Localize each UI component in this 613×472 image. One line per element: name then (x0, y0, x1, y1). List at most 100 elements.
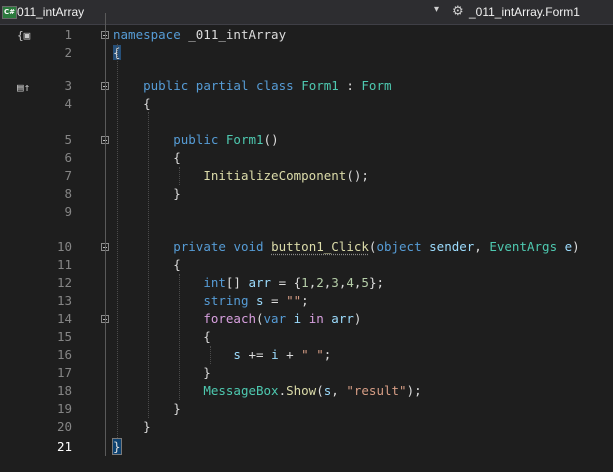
code-token: class (256, 78, 294, 93)
indent-guide (210, 346, 211, 364)
line-number: 13 (56, 293, 72, 308)
code-token: 4 (346, 275, 354, 290)
indent-guide (117, 44, 118, 438)
code-token: (); (346, 168, 369, 183)
chevron-down-icon[interactable]: ▾ (434, 4, 439, 15)
line-number: 19 (56, 401, 72, 416)
code-token: ; (323, 347, 332, 362)
code-token: , (331, 383, 347, 398)
code-line[interactable]: MessageBox.Show(s, "result"); (113, 382, 421, 400)
code-line[interactable]: private void button1_Click(object sender… (113, 238, 579, 256)
code-line[interactable]: { (113, 256, 181, 274)
code-token: private (173, 239, 226, 254)
code-token: void (233, 239, 264, 254)
code-line[interactable]: } (113, 418, 151, 436)
code-token: Form1 (225, 132, 264, 147)
line-number: 6 (64, 150, 72, 165)
code-token: InitializeComponent (203, 168, 347, 183)
code-line[interactable]: public Form1() (113, 131, 278, 149)
line-number: 2 (64, 45, 72, 60)
code-line[interactable]: namespace _011_intArray (113, 26, 286, 44)
code-token: . (278, 383, 287, 398)
code-line[interactable]: { (113, 149, 181, 167)
code-line[interactable]: public partial class Form1 : Form (113, 77, 392, 95)
code-token: MessageBox (203, 383, 279, 398)
code-line[interactable]: string s = ""; (113, 292, 309, 310)
code-line[interactable]: } (113, 185, 181, 203)
code-token: = { (271, 275, 302, 290)
code-token: s (256, 293, 264, 308)
code-token: Form (361, 78, 392, 93)
fold-guide-line (105, 130, 106, 202)
fold-guide-line (105, 309, 106, 382)
line-number: 12 (56, 275, 72, 290)
csharp-project-icon: C# (2, 6, 17, 19)
class-member-icon: ⚙ (452, 3, 464, 18)
code-line[interactable]: int[] arr = {1,2,3,4,5}; (113, 274, 384, 292)
code-token: button1_Click (271, 239, 369, 254)
line-number: 8 (64, 186, 72, 201)
code-token: EventArgs (489, 239, 558, 254)
type-dropdown[interactable]: _011_intArray.Form1 (469, 5, 580, 19)
code-token: = (263, 293, 287, 308)
code-token: sender (429, 239, 475, 254)
code-line[interactable]: InitializeComponent(); (113, 167, 369, 185)
project-dropdown[interactable]: 011_intArray (17, 5, 84, 19)
code-token: arr (248, 275, 272, 290)
code-line[interactable]: } (113, 400, 181, 418)
code-token: arr (331, 311, 354, 326)
references-codelens-icon[interactable]: {▣ (17, 29, 30, 42)
line-number: 15 (56, 329, 72, 344)
code-token: in (308, 311, 324, 326)
code-token: { (113, 96, 151, 111)
code-token: += (240, 347, 272, 362)
line-number: 18 (56, 383, 72, 398)
editor-navigation-bar: C# 011_intArray ▾ ⚙ _011_intArray.Form1 (0, 0, 613, 25)
code-token: { (113, 329, 211, 344)
line-number: 21 (56, 439, 72, 454)
code-line[interactable]: } (112, 438, 122, 456)
inheritance-glyph-icon[interactable]: ▤↑ (17, 81, 30, 94)
code-line[interactable]: { (113, 95, 151, 113)
code-token: : (338, 78, 362, 93)
code-token: " " (301, 347, 324, 362)
code-token: ; (301, 293, 309, 308)
line-number: 9 (64, 204, 72, 219)
code-token: } (113, 365, 211, 380)
code-token: s (233, 347, 241, 362)
line-number: 3 (64, 78, 72, 93)
code-token: } (113, 186, 181, 201)
code-token: , (474, 239, 490, 254)
code-token: }; (368, 275, 384, 290)
code-token: ( (316, 383, 324, 398)
code-token: public (173, 132, 219, 147)
line-number: 1 (64, 27, 72, 42)
code-line[interactable]: { (113, 328, 211, 346)
code-line[interactable]: s += i + " "; (113, 346, 331, 364)
code-token: object (376, 239, 422, 254)
line-number: 16 (56, 347, 72, 362)
line-number: 14 (56, 311, 72, 326)
code-token: string (203, 293, 249, 308)
code-line[interactable]: } (113, 364, 211, 382)
code-line[interactable]: foreach(var i in arr) (113, 310, 361, 328)
line-number: 5 (64, 132, 72, 147)
code-token: Show (286, 383, 317, 398)
line-number: 10 (56, 239, 72, 254)
code-token: { (113, 150, 181, 165)
code-token: _011_intArray (180, 27, 287, 42)
line-number: 17 (56, 365, 72, 380)
code-token: foreach (203, 311, 256, 326)
code-token: } (112, 438, 122, 455)
